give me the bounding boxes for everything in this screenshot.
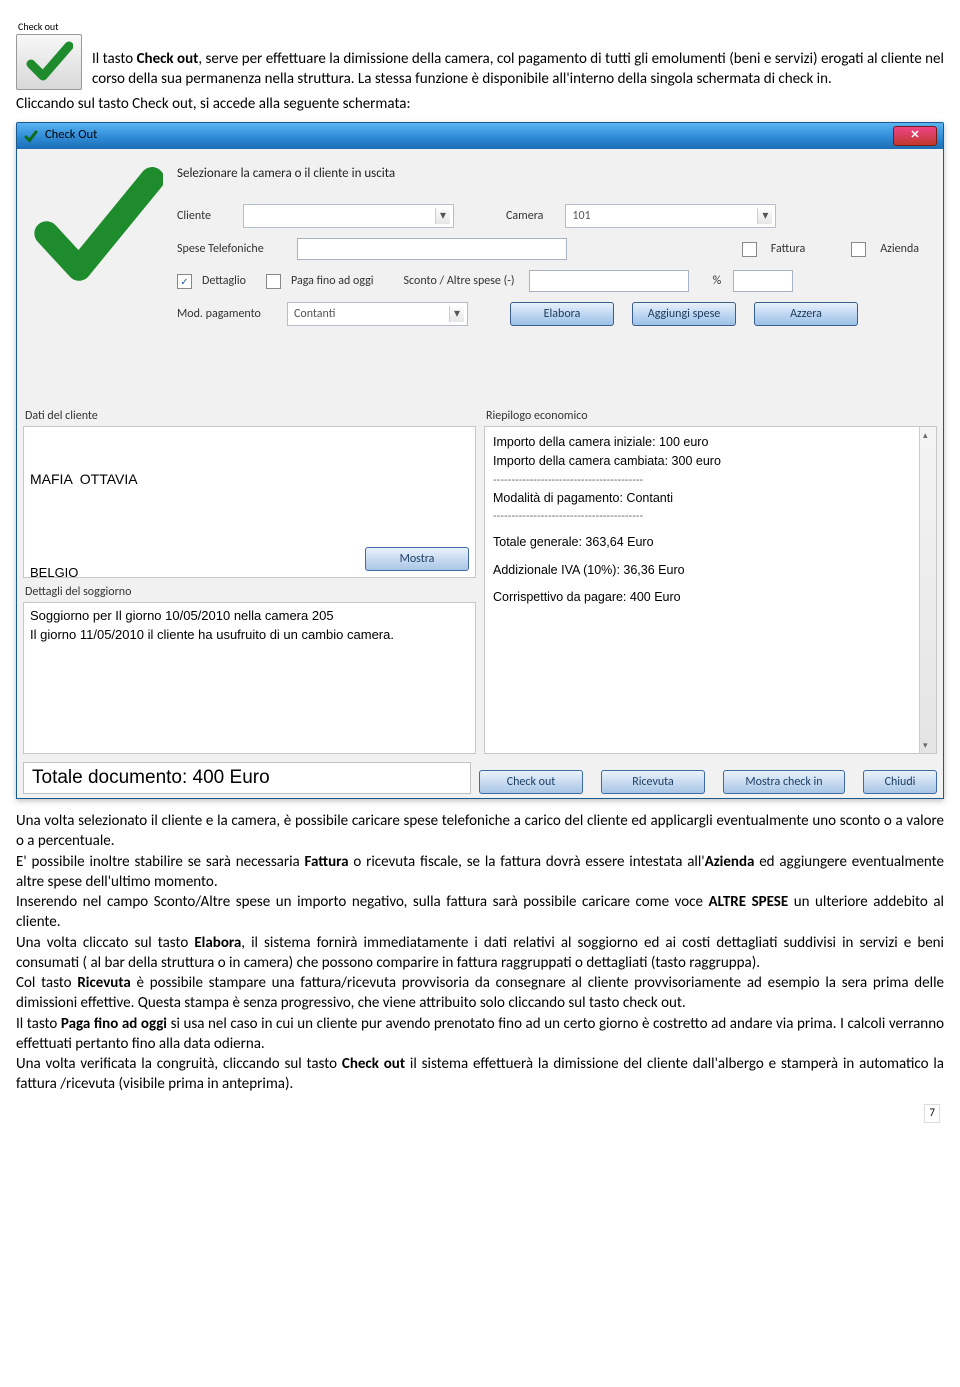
stay-line-2: Il giorno 11/05/2010 il cliente ha usufr… (30, 626, 469, 645)
mostra-checkin-button[interactable]: Mostra check in (723, 770, 845, 794)
modpag-combo[interactable]: Contanti ▾ (287, 302, 468, 326)
azienda-checkbox[interactable] (851, 242, 866, 257)
riepilogo-panel: Importo della camera iniziale: 100 euro … (484, 426, 937, 754)
checkmark-icon (16, 34, 82, 90)
body-text: Una volta selezionato il cliente e la ca… (16, 811, 944, 1095)
scroll-up-icon: ▴ (923, 430, 933, 440)
scroll-down-icon: ▾ (923, 740, 933, 750)
spese-input[interactable] (297, 238, 567, 260)
form-instruction: Selezionare la camera o il cliente in us… (177, 165, 919, 183)
para: Una volta selezionato il cliente e la ca… (16, 811, 944, 852)
chevron-down-icon: ▾ (757, 208, 772, 224)
scrollbar[interactable]: ▴ ▾ (919, 427, 936, 753)
azzera-button[interactable]: Azzera (754, 302, 858, 326)
cliente-combo[interactable]: ▾ (243, 204, 454, 228)
checkout-window: Check Out ✕ Selezionare la camera o il c… (16, 122, 944, 799)
fattura-label: Fattura (771, 241, 805, 257)
bold-checkout: Check out (137, 50, 199, 68)
para: E' possibile inoltre stabilire se sarà n… (16, 852, 944, 893)
text: Il tasto (92, 50, 137, 68)
close-icon: ✕ (910, 128, 919, 143)
page-number: 7 (924, 1104, 940, 1123)
chevron-down-icon: ▾ (435, 208, 450, 224)
toolbar-checkout-label: Check out (18, 20, 82, 34)
text: , serve per effettuare la dimissione del… (92, 50, 944, 88)
perc-label: % (713, 273, 722, 289)
riepilogo-line: Addizionale IVA (10%): 36,36 Euro (493, 561, 911, 580)
spese-label: Spese Telefoniche (177, 241, 287, 257)
cliente-label: Cliente (177, 208, 229, 224)
intro-paragraph-2: Cliccando sul tasto Check out, si accede… (16, 94, 944, 114)
ricevuta-button[interactable]: Ricevuta (601, 770, 705, 794)
riepilogo-title: Riepilogo economico (486, 408, 937, 424)
riepilogo-line: Corrispettivo da pagare: 400 Euro (493, 588, 911, 607)
window-large-checkmark-icon (23, 155, 173, 403)
para: Col tasto Ricevuta è possibile stampare … (16, 973, 944, 1014)
window-content: Selezionare la camera o il cliente in us… (17, 149, 943, 798)
dettaglio-checkbox[interactable]: ✓ (177, 274, 192, 289)
intro-paragraph-1: Il tasto Check out, serve per effettuare… (92, 49, 944, 90)
stay-line-1: Soggiorno per Il giorno 10/05/2010 nella… (30, 607, 469, 626)
sconto-input[interactable] (529, 270, 689, 292)
riepilogo-line: Importo della camera iniziale: 100 euro (493, 433, 911, 452)
divider: ----------------------------------------… (493, 472, 911, 489)
window-title: Check Out (45, 127, 97, 144)
dati-cliente-panel: MAFIA OTTAVIA BELGIO P.I. Mostra (23, 426, 476, 578)
para: Una volta verificata la congruità, clicc… (16, 1054, 944, 1095)
pagafino-checkbox[interactable] (266, 274, 281, 289)
toolbar-checkout-button: Check out (16, 18, 82, 90)
client-name: MAFIA OTTAVIA (30, 469, 469, 489)
chiudi-button[interactable]: Chiudi (863, 770, 937, 794)
divider: ----------------------------------------… (493, 508, 911, 525)
fattura-checkbox[interactable] (742, 242, 757, 257)
modpag-label: Mod. pagamento (177, 306, 277, 322)
perc-input[interactable] (733, 270, 793, 292)
mostra-button[interactable]: Mostra (365, 547, 469, 571)
pagafino-label: Paga fino ad oggi (291, 273, 374, 289)
window-icon (23, 128, 39, 144)
aggiungi-spese-button[interactable]: Aggiungi spese (632, 302, 736, 326)
riepilogo-line: Totale generale: 363,64 Euro (493, 533, 911, 552)
camera-combo[interactable]: 101 ▾ (565, 204, 776, 228)
camera-label: Camera (506, 208, 543, 224)
modpag-value: Contanti (294, 306, 335, 322)
dettaglio-label: Dettaglio (202, 273, 246, 289)
window-titlebar: Check Out ✕ (17, 123, 943, 149)
close-button[interactable]: ✕ (893, 126, 937, 146)
camera-value: 101 (572, 208, 590, 224)
para: Il tasto Paga fino ad oggi si usa nel ca… (16, 1014, 944, 1055)
elabora-button[interactable]: Elabora (510, 302, 614, 326)
riepilogo-line: Importo della camera cambiata: 300 euro (493, 452, 911, 471)
para: Inserendo nel campo Sconto/Altre spese u… (16, 892, 944, 933)
riepilogo-line: Modalità di pagamento: Contanti (493, 489, 911, 508)
chevron-down-icon: ▾ (449, 306, 464, 322)
checkout-button[interactable]: Check out (479, 770, 583, 794)
sconto-label: Sconto / Altre spese (-) (404, 273, 515, 289)
check-icon: ✓ (180, 275, 188, 289)
dati-cliente-title: Dati del cliente (25, 408, 476, 424)
dettagli-soggiorno-panel: Soggiorno per Il giorno 10/05/2010 nella… (23, 602, 476, 754)
totale-documento: Totale documento: 400 Euro (23, 762, 471, 794)
para: Una volta cliccato sul tasto Elabora, il… (16, 933, 944, 974)
azienda-label: Azienda (880, 241, 919, 257)
